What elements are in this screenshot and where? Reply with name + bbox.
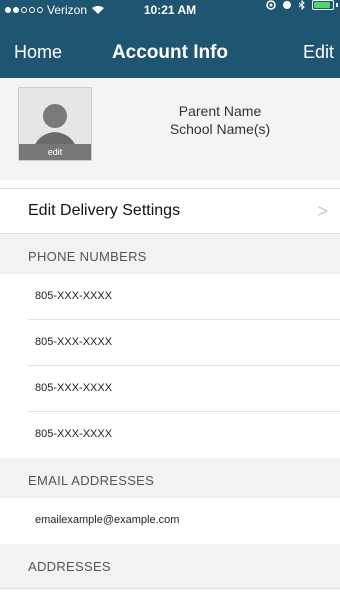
top-bar: Verizon 10:21 AM Home Account Info Edit	[0, 0, 340, 78]
school-names: School Name(s)	[169, 121, 271, 137]
edit-button[interactable]: Edit	[303, 42, 334, 63]
chevron-right-icon: >	[317, 201, 328, 221]
edit-delivery-settings-row[interactable]: Edit Delivery Settings >	[0, 188, 340, 234]
status-right	[266, 0, 338, 10]
section-header-phone-numbers: PHONE NUMBERS	[0, 234, 340, 274]
phone-number: 805-XXX-XXXX	[35, 336, 113, 348]
profile-header: edit Parent Name School Name(s)	[0, 78, 340, 180]
email-address-row[interactable]: emailexample@example.com	[0, 498, 340, 544]
section-header-email-addresses: EMAIL ADDRESSES	[0, 458, 340, 498]
edit-delivery-settings-label: Edit Delivery Settings	[28, 202, 181, 219]
phone-number: 805-XXX-XXXX	[35, 428, 113, 440]
phone-number: 805-XXX-XXXX	[35, 290, 113, 302]
avatar-edit-button[interactable]: edit	[19, 144, 91, 160]
section-header-addresses: ADDRESSES	[0, 544, 340, 588]
section-title-addresses: ADDRESSES	[28, 559, 111, 574]
status-bar: Verizon 10:21 AM	[0, 0, 340, 20]
phone-number: 805-XXX-XXXX	[35, 382, 113, 394]
section-title-phone-numbers: PHONE NUMBERS	[28, 249, 147, 264]
avatar[interactable]: edit	[18, 87, 92, 161]
parent-name: Parent Name	[178, 103, 262, 119]
page-title: Account Info	[111, 42, 229, 63]
bluetooth-icon	[298, 0, 305, 10]
battery-icon	[312, 0, 334, 10]
phone-number-row[interactable]: 805-XXX-XXXX	[0, 274, 340, 320]
navigation-bar: Home Account Info Edit	[0, 38, 340, 70]
section-title-email-addresses: EMAIL ADDRESSES	[28, 473, 155, 488]
phone-number-row[interactable]: 805-XXX-XXXX	[0, 320, 340, 366]
battery-tip	[336, 3, 338, 7]
location-icon	[266, 0, 276, 10]
email-address: emailexample@example.com	[35, 514, 180, 526]
addresses-list	[0, 588, 340, 604]
phone-number-row[interactable]: 805-XXX-XXXX	[0, 412, 340, 458]
alarm-icon	[283, 1, 291, 9]
phone-number-row[interactable]: 805-XXX-XXXX	[0, 366, 340, 412]
profile-text: Parent Name School Name(s)	[120, 102, 320, 138]
